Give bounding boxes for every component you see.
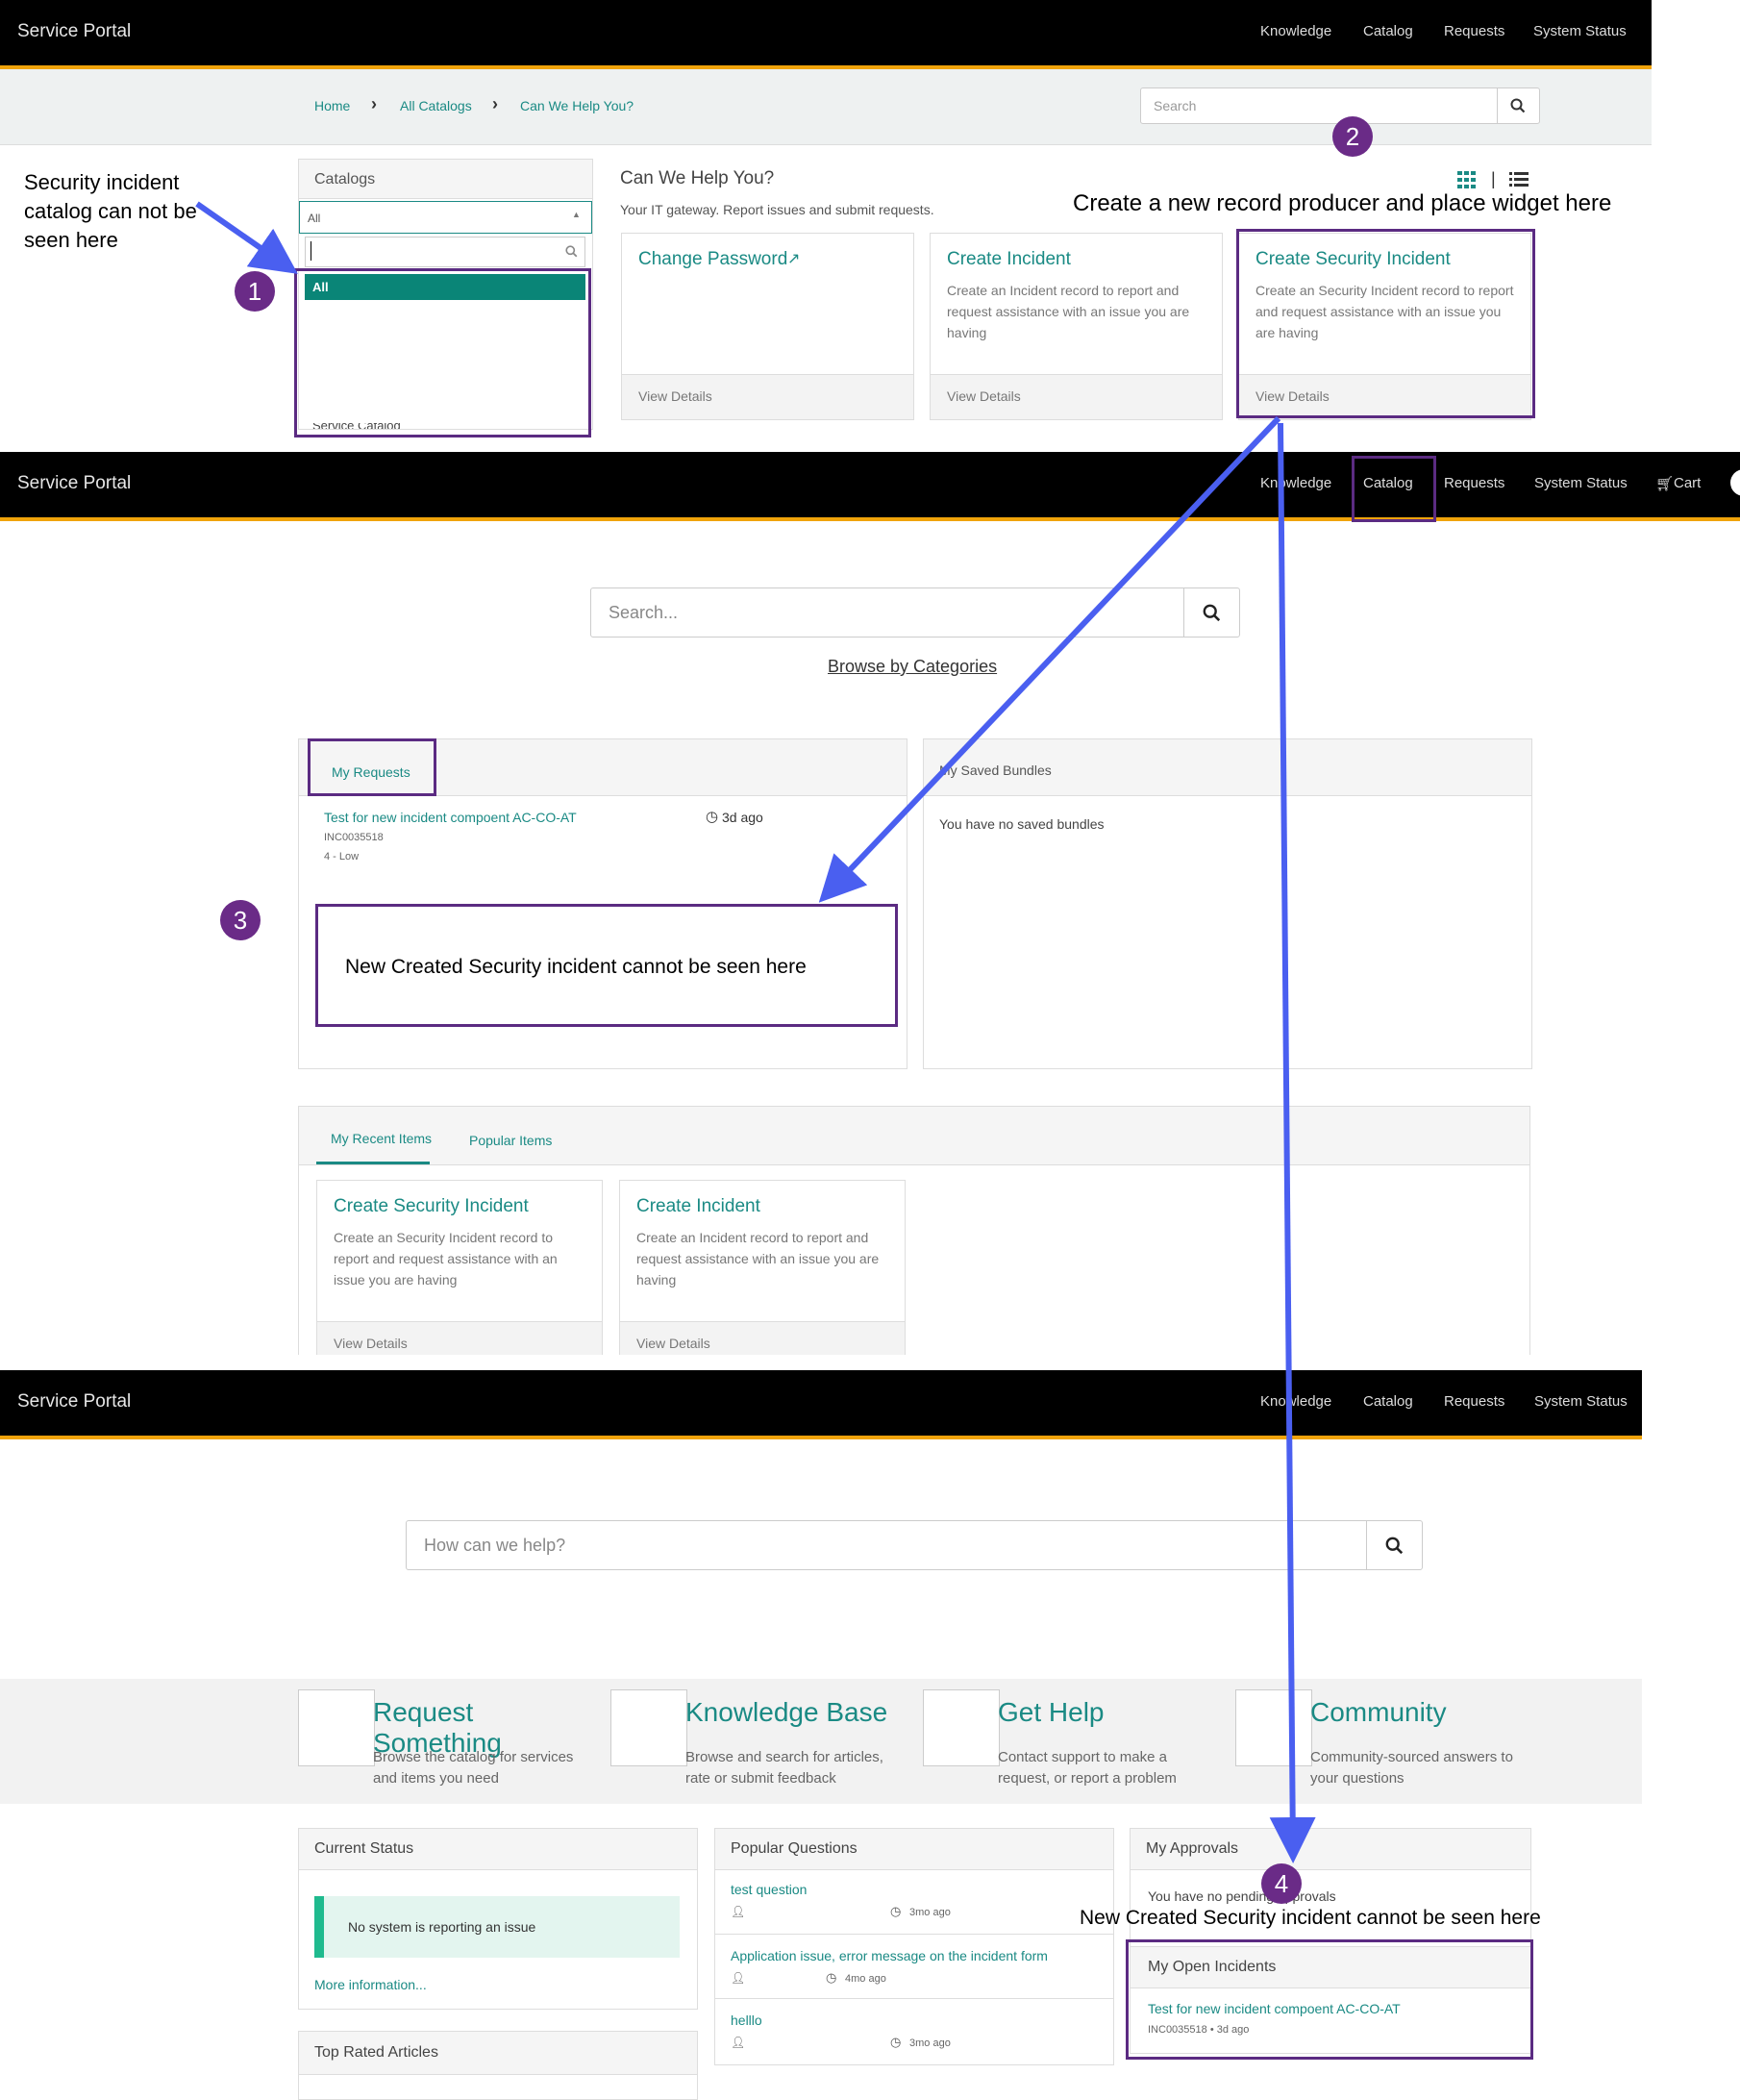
arrow-1 — [195, 201, 298, 274]
arrow-2 — [818, 415, 1281, 903]
arrow-3 — [1269, 422, 1316, 1863]
annotation-arrows — [195, 201, 1316, 1863]
